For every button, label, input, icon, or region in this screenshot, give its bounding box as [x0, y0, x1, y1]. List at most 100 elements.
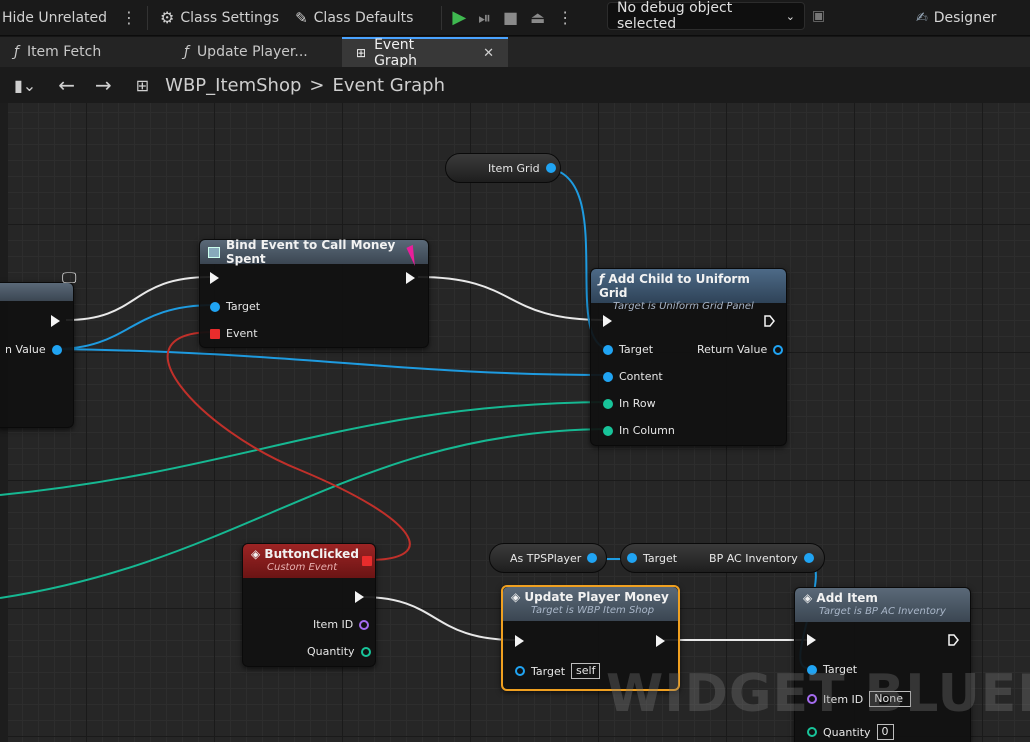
add-child-node[interactable]: ƒ Add Child to Uniform Grid Target is Un… — [590, 268, 787, 446]
pin-label: BP AC Inventory — [709, 551, 798, 565]
exec-out-pin[interactable] — [948, 634, 959, 646]
object-pin-icon — [545, 163, 556, 173]
tab-event-graph[interactable]: ⊞ Event Graph ✕ — [342, 37, 508, 69]
exec-pin-icon — [764, 315, 775, 327]
quantity-pin[interactable]: Quantity — [307, 645, 371, 658]
update-player-money-node[interactable]: ◈ Update Player Money Target is WBP Item… — [501, 585, 680, 691]
exec-in-pin[interactable] — [210, 272, 219, 284]
chevron-down-icon: ⌄ — [785, 9, 795, 23]
close-icon[interactable]: ✕ — [483, 46, 494, 61]
node-title: Add Child to Uniform Grid — [599, 272, 750, 300]
variable-label: Item Grid — [488, 161, 540, 175]
node-header: ◈ Update Player Money Target is WBP Item… — [503, 587, 678, 621]
node-header: ƒ Add Child to Uniform Grid Target is Un… — [591, 269, 786, 312]
tab-label: Update Player... — [196, 44, 308, 60]
pin-label: Target — [226, 300, 261, 313]
exec-pin-icon — [948, 634, 959, 646]
function-icon: ƒ — [14, 44, 19, 60]
designer-icon: ✍ — [916, 10, 928, 26]
exec-pin-icon — [51, 315, 60, 327]
item-id-pin[interactable]: Item ID — [313, 618, 370, 631]
designer-label: Designer — [933, 10, 997, 26]
advance-frame-icon[interactable]: ⏯ — [472, 8, 497, 28]
tab-update-player[interactable]: ƒ Update Player... — [170, 37, 342, 67]
exec-out-pin[interactable] — [406, 272, 415, 284]
more-options-icon[interactable]: ⋮ — [115, 8, 143, 27]
pin-label: Target — [531, 664, 566, 678]
content-pin[interactable]: Content — [603, 370, 663, 383]
target-pin[interactable]: Target — [210, 300, 260, 313]
button-clicked-event-node[interactable]: ◈ ButtonClicked Custom Event Item ID Qua… — [242, 543, 376, 667]
return-value-pin[interactable]: Return Value — [697, 343, 784, 356]
bookmark-icon[interactable]: ▮⌄ — [0, 76, 44, 95]
breadcrumb-root[interactable]: WBP_ItemShop — [157, 75, 301, 96]
toolbar-divider — [441, 5, 443, 30]
node-title: Bind Event to Call Money Spent — [226, 238, 396, 266]
bind-event-node[interactable]: Bind Event to Call Money Spent Target Ev… — [199, 238, 429, 348]
function-icon: ƒ — [184, 44, 189, 60]
in-row-pin[interactable]: In Row — [603, 397, 656, 410]
pin-label: Quantity — [823, 725, 871, 739]
exec-pin-icon — [355, 591, 364, 603]
item-id-pin[interactable]: Item ID None — [807, 691, 912, 707]
target-pin[interactable]: Target — [807, 663, 857, 676]
debug-object-select[interactable]: No debug object selected ⌄ — [607, 0, 805, 32]
event-pin[interactable]: Event — [210, 327, 258, 340]
play-options-icon[interactable]: ⋮ — [551, 8, 579, 27]
debug-filter-icon[interactable]: ▣ — [812, 8, 825, 24]
object-pin-icon — [627, 553, 637, 563]
hide-unrelated-button[interactable]: Hide Unrelated — [0, 0, 115, 36]
exec-pin-icon — [515, 635, 524, 647]
quantity-pin[interactable]: Quantity 0 — [807, 724, 894, 740]
exec-out-pin[interactable] — [764, 315, 775, 327]
quantity-field[interactable]: 0 — [876, 724, 894, 740]
pin-label: In Row — [619, 397, 656, 410]
exec-out-pin[interactable] — [656, 635, 665, 647]
class-settings-label: Class Settings — [180, 9, 280, 26]
hierarchy-icon: ⊞ — [135, 75, 150, 95]
item-grid-variable[interactable]: Item Grid — [445, 153, 561, 183]
exec-in-pin[interactable] — [603, 315, 612, 327]
breadcrumb-bar: ▮⌄ ← → ⊞ WBP_ItemShop > Event Graph — [0, 67, 1030, 103]
monitor-icon: 🖵 — [62, 269, 77, 287]
designer-button[interactable]: ✍ Designer — [916, 0, 996, 36]
object-pin-icon — [515, 666, 525, 676]
exec-out-pin[interactable] — [51, 315, 60, 327]
eject-icon[interactable]: ⏏ — [524, 8, 551, 27]
delegate-pin-icon[interactable] — [362, 556, 372, 566]
pin-label: Return Value — [697, 343, 768, 356]
pin-label: n Value — [5, 343, 46, 356]
bp-ac-inventory-getter[interactable]: Target BP AC Inventory — [620, 543, 825, 573]
exec-in-pin[interactable] — [807, 634, 816, 646]
node-subtitle: Target is WBP Item Shop — [531, 605, 655, 616]
partial-node[interactable]: n Value — [0, 282, 74, 428]
as-tpsplayer-variable[interactable]: As TPSPlayer — [489, 543, 607, 573]
pin-label: Item ID — [313, 618, 354, 631]
class-settings-button[interactable]: ⚙ Class Settings — [152, 0, 287, 36]
tab-label: Event Graph — [374, 37, 418, 69]
play-icon[interactable]: ▶ — [446, 7, 472, 28]
object-pin-icon — [603, 371, 613, 382]
item-id-field[interactable]: None — [869, 691, 912, 707]
pin-label: In Column — [619, 424, 675, 437]
object-pin-icon — [210, 301, 220, 312]
exec-out-pin[interactable] — [355, 591, 364, 603]
forward-arrow-icon[interactable]: → — [83, 73, 120, 97]
back-arrow-icon[interactable]: ← — [44, 73, 83, 97]
target-self-field[interactable]: self — [571, 663, 601, 679]
node-header: Bind Event to Call Money Spent — [200, 238, 428, 266]
exec-in-pin[interactable] — [515, 635, 524, 647]
node-title: Add Item — [816, 591, 878, 605]
target-pin[interactable]: Target — [603, 343, 653, 356]
class-defaults-button[interactable]: ✎ Class Defaults — [287, 0, 421, 36]
pencil-icon: ✎ — [295, 8, 308, 27]
add-item-node[interactable]: ◈ Add Item Target is BP AC Inventory Tar… — [794, 587, 971, 742]
in-column-pin[interactable]: In Column — [603, 424, 675, 437]
int-pin-icon — [807, 727, 817, 737]
stop-icon[interactable]: ■ — [497, 8, 524, 27]
return-value-pin[interactable]: n Value — [5, 343, 62, 356]
int-pin-icon — [360, 646, 371, 657]
int-pin-icon — [603, 425, 613, 436]
target-pin[interactable]: Target self — [515, 663, 601, 679]
tab-item-fetch[interactable]: ƒ Item Fetch — [0, 37, 170, 67]
